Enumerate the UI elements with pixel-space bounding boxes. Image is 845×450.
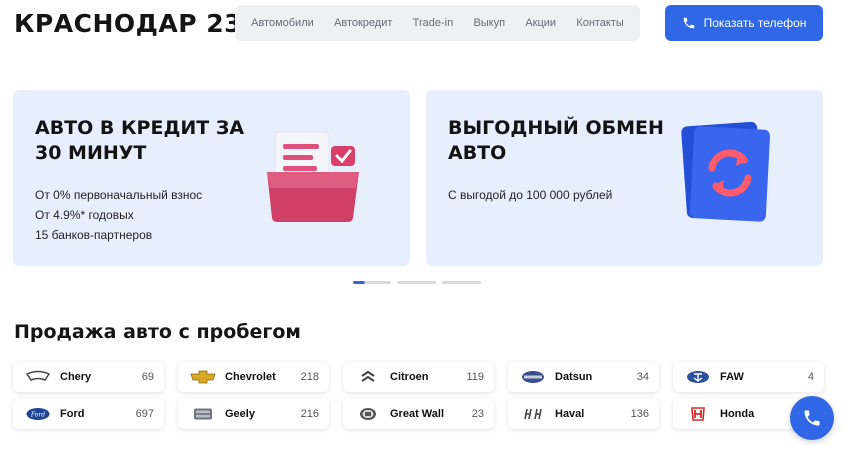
credit-line-downpayment: От 0% первоначальный взнос [35, 188, 203, 202]
nav-item-cars[interactable]: Автомобили [251, 17, 314, 29]
credit-line-rate: От 4.9%* годовых [35, 208, 134, 222]
brand-name: Geely [225, 408, 255, 420]
brand-card[interactable]: Great Wall 23 [343, 399, 494, 429]
faw-logo-icon [685, 370, 711, 384]
site-logo[interactable]: КРАСНОДАР 23 [14, 9, 242, 38]
chery-logo-icon [25, 370, 51, 384]
brand-card[interactable]: Citroen 119 [343, 362, 494, 392]
great-wall-logo-icon [355, 407, 381, 421]
show-phone-button[interactable]: Показать телефон [665, 5, 823, 41]
credit-banner-lines: От 0% первоначальный взнос От 4.9%* годо… [35, 185, 202, 245]
brand-card[interactable]: FAW 4 [673, 362, 824, 392]
exchange-arrows-icon [681, 121, 771, 222]
brand-name: Citroen [390, 371, 429, 383]
section-title: Продажа авто с пробегом [14, 321, 301, 343]
brand-card[interactable]: Ford Ford 697 [13, 399, 164, 429]
honda-logo-icon [685, 407, 711, 421]
brand-card[interactable]: Datsun 34 [508, 362, 659, 392]
brand-count: 697 [135, 408, 154, 420]
haval-logo-icon [520, 407, 546, 421]
show-phone-label: Показать телефон [703, 16, 807, 30]
ford-logo-icon: Ford [25, 407, 51, 421]
nav-item-buyout[interactable]: Выкуп [473, 17, 505, 29]
header: КРАСНОДАР 23 Автомобили Автокредит Trade… [0, 0, 845, 60]
trade-in-banner[interactable]: ВЫГОДНЫЙ ОБМЕН АВТО С выгодой до 100 000… [426, 90, 823, 266]
phone-icon [804, 410, 820, 426]
citroen-logo-icon [355, 370, 381, 384]
brand-name: Datsun [555, 371, 593, 383]
trade-in-banner-title: ВЫГОДНЫЙ ОБМЕН АВТО [448, 117, 664, 164]
slider-dot-1[interactable] [353, 281, 391, 284]
banner-slider-dots [353, 281, 481, 284]
brand-card[interactable]: Geely 216 [178, 399, 329, 429]
brand-card[interactable]: Chery 69 [13, 362, 164, 392]
slider-dot-2[interactable] [397, 281, 436, 284]
brand-grid: Chery 69 Chevrolet 218 Citroen 119 Datsu… [13, 362, 824, 429]
geely-logo-icon [190, 407, 216, 421]
datsun-logo-icon [520, 370, 546, 384]
brand-card[interactable]: Chevrolet 218 [178, 362, 329, 392]
brand-count: 4 [807, 371, 814, 383]
credit-banner[interactable]: АВТО В КРЕДИТ ЗА 30 МИНУТ От 0% первонач… [13, 90, 410, 266]
brand-name: Haval [555, 408, 585, 420]
brand-count: 34 [636, 371, 649, 383]
call-fab-button[interactable] [790, 396, 834, 440]
credit-document-icon [267, 131, 359, 222]
phone-icon [683, 17, 694, 29]
nav-item-credit[interactable]: Автокредит [334, 17, 392, 29]
trade-in-line-benefit: С выгодой до 100 000 рублей [448, 188, 613, 202]
main-nav: Автомобили Автокредит Trade-in Выкуп Акц… [235, 5, 640, 41]
nav-item-promotions[interactable]: Акции [525, 17, 556, 29]
brand-name: Ford [60, 408, 85, 420]
brand-count: 119 [466, 371, 484, 383]
svg-text:Ford: Ford [30, 412, 45, 419]
brand-count: 23 [471, 408, 484, 420]
trade-in-banner-lines: С выгодой до 100 000 рублей [448, 185, 612, 205]
credit-line-banks: 15 банков-партнеров [35, 228, 153, 242]
brand-count: 218 [300, 371, 319, 383]
slider-dot-3[interactable] [442, 281, 481, 284]
nav-item-contacts[interactable]: Контакты [576, 17, 624, 29]
credit-banner-title: АВТО В КРЕДИТ ЗА 30 МИНУТ [35, 117, 245, 164]
nav-item-trade-in[interactable]: Trade-in [413, 17, 454, 29]
brand-count: 136 [630, 408, 649, 420]
brand-name: FAW [720, 371, 744, 383]
brand-count: 216 [300, 408, 319, 420]
brand-name: Chery [60, 371, 92, 383]
brand-count: 69 [141, 371, 154, 383]
brand-name: Chevrolet [225, 371, 276, 383]
chevrolet-logo-icon [190, 370, 216, 384]
brand-name: Great Wall [390, 408, 444, 420]
brand-card[interactable]: Haval 136 [508, 399, 659, 429]
